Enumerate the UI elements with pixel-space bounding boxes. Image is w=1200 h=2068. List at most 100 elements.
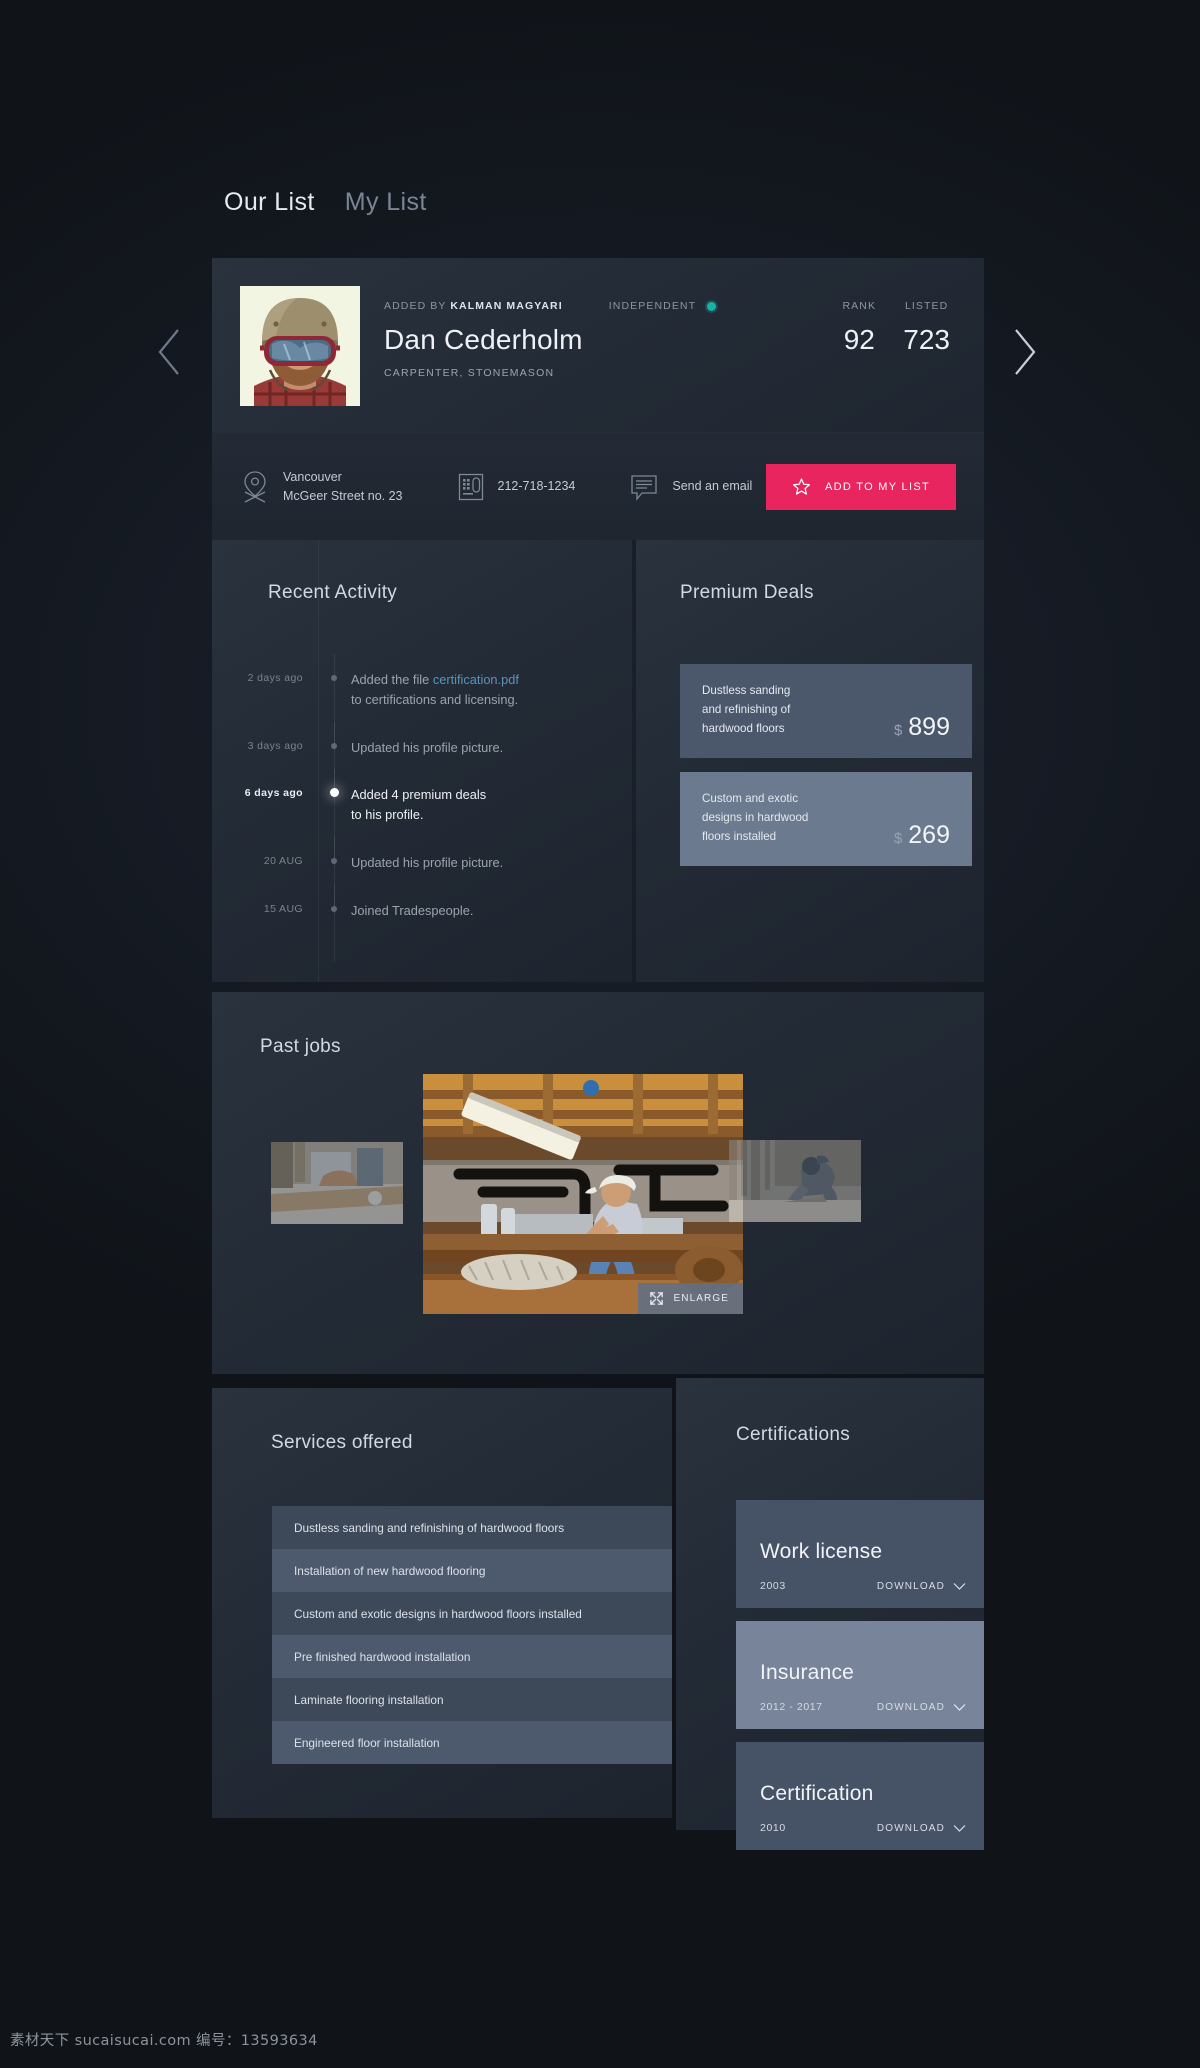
service-item[interactable]: Custom and exotic designs in hardwood fl… bbox=[272, 1592, 672, 1635]
activity-text: Added 4 premium deals to his profile. bbox=[351, 785, 486, 825]
activity-time: 3 days ago bbox=[247, 739, 303, 752]
certification-download-button[interactable]: DOWNLOAD bbox=[877, 1581, 966, 1592]
tab-our-list[interactable]: Our List bbox=[224, 188, 315, 217]
activity-time: 6 days ago bbox=[244, 787, 303, 800]
stat-rank-label: RANK bbox=[842, 300, 877, 312]
job-photo-right[interactable] bbox=[729, 1140, 861, 1222]
added-by-prefix: ADDED BY bbox=[384, 300, 447, 312]
star-icon bbox=[792, 477, 811, 496]
contact-email-text: Send an email bbox=[672, 479, 753, 494]
certifications-list: Work license 2003 DOWNLOAD Insurance 201… bbox=[736, 1500, 984, 1863]
deal-description: Dustless sanding and refinishing of hard… bbox=[702, 682, 852, 738]
activity-text-before: Added the file bbox=[351, 672, 433, 687]
certification-download-button[interactable]: DOWNLOAD bbox=[877, 1823, 966, 1834]
stat-listed: LISTED 723 bbox=[903, 300, 950, 356]
certification-card[interactable]: Certification 2010 DOWNLOAD bbox=[736, 1742, 984, 1850]
activity-time: 15 AUG bbox=[263, 902, 303, 915]
contact-phone[interactable]: 212-718-1234 bbox=[457, 472, 576, 502]
activity-time: 2 days ago bbox=[247, 672, 303, 684]
timeline-dot-icon bbox=[331, 858, 337, 865]
location-street: McGeer Street no. 23 bbox=[283, 488, 403, 503]
services-offered-title: Services offered bbox=[271, 1432, 413, 1453]
stat-rank: RANK 92 bbox=[837, 300, 881, 356]
stat-listed-label: LISTED bbox=[904, 300, 949, 312]
message-bubble-icon bbox=[629, 472, 659, 502]
add-to-my-list-label: ADD TO MY LIST bbox=[824, 480, 930, 493]
added-by: ADDED BY KALMAN MAGYARI bbox=[384, 300, 563, 312]
certification-name: Work license bbox=[760, 1540, 883, 1563]
activity-file-link[interactable]: certification.pdf bbox=[433, 672, 519, 687]
certifications-panel: Certifications Work license 2003 DOWNLOA… bbox=[676, 1378, 984, 1850]
service-item[interactable]: Dustless sanding and refinishing of hard… bbox=[272, 1506, 672, 1549]
certifications-title: Certifications bbox=[736, 1424, 851, 1445]
past-jobs-title: Past jobs bbox=[260, 1036, 341, 1057]
prev-profile-arrow-icon[interactable] bbox=[148, 320, 194, 384]
certification-card[interactable]: Work license 2003 DOWNLOAD bbox=[736, 1500, 984, 1608]
service-item[interactable]: Laminate flooring installation bbox=[272, 1678, 672, 1721]
contact-location[interactable]: Vancouver McGeer Street no. 23 bbox=[240, 468, 403, 504]
activity-item[interactable]: 20 AUG Updated his profile picture. bbox=[212, 837, 632, 913]
location-pin-icon bbox=[240, 470, 270, 504]
recent-activity-panel: Recent Activity 2 days ago Added the fil… bbox=[212, 540, 632, 982]
activity-item[interactable]: 2 days ago Added the file certification.… bbox=[212, 654, 632, 750]
tab-my-list[interactable]: My List bbox=[345, 188, 427, 217]
deal-card[interactable]: Dustless sanding and refinishing of hard… bbox=[680, 664, 972, 758]
activity-item[interactable]: 3 days ago Updated his profile picture. bbox=[212, 721, 632, 798]
certification-footer: 2003 DOWNLOAD bbox=[760, 1580, 966, 1592]
deal-price: $ 269 bbox=[894, 821, 950, 850]
activity-item[interactable]: 15 AUG Joined Tradespeople. bbox=[212, 884, 632, 961]
contact-email[interactable]: Send an email bbox=[629, 472, 752, 502]
certification-card[interactable]: Insurance 2012 - 2017 DOWNLOAD bbox=[736, 1621, 984, 1729]
service-item[interactable]: Pre finished hardwood installation bbox=[272, 1635, 672, 1678]
activity-marker bbox=[319, 721, 351, 798]
timeline-dot-icon bbox=[331, 905, 337, 912]
certification-name: Certification bbox=[760, 1782, 874, 1805]
avatar bbox=[240, 286, 360, 406]
timeline-dot-icon bbox=[331, 675, 337, 681]
telephone-icon bbox=[457, 472, 485, 502]
certification-footer: 2010 DOWNLOAD bbox=[760, 1822, 966, 1834]
contact-phone-text: 212-718-1234 bbox=[497, 479, 576, 494]
activity-text-line2: to certifications and licensing. bbox=[351, 691, 519, 707]
job-photo-left[interactable] bbox=[271, 1142, 403, 1224]
stat-rank-value: 92 bbox=[843, 324, 875, 355]
activity-item[interactable]: 6 days ago Added 4 premium deals to his … bbox=[212, 769, 632, 866]
job-photo-main[interactable]: ENLARGE bbox=[423, 1074, 743, 1314]
profile-contact-bar: Vancouver McGeer Street no. 23 212-718-1… bbox=[212, 432, 984, 540]
page-title: Dan Cederholm bbox=[384, 324, 583, 355]
certification-name: Insurance bbox=[760, 1661, 855, 1684]
watermark: 素材天下 sucaisucai.com 编号：13593634 bbox=[10, 2033, 318, 2049]
certification-download-button[interactable]: DOWNLOAD bbox=[877, 1702, 966, 1713]
activity-text-line1: Added 4 premium deals bbox=[351, 787, 487, 803]
activity-text: Added the file certification.pdf to cert… bbox=[351, 670, 519, 710]
added-by-name: KALMAN MAGYARI bbox=[450, 300, 563, 312]
profile-card: ADDED BY KALMAN MAGYARI INDEPENDENT Dan … bbox=[212, 258, 984, 540]
certification-year: 2003 bbox=[760, 1580, 786, 1592]
currency-symbol: $ bbox=[893, 722, 903, 739]
premium-deals-list: Dustless sanding and refinishing of hard… bbox=[680, 664, 984, 880]
activity-marker bbox=[319, 884, 351, 961]
app-root: Our List My List ADDED BY KALMAN MAGYARI… bbox=[0, 0, 1200, 2068]
deal-amount: 899 bbox=[908, 713, 950, 741]
deal-card[interactable]: Custom and exotic designs in hardwood fl… bbox=[680, 772, 972, 866]
deal-price: $ 899 bbox=[894, 713, 950, 742]
profile-meta: ADDED BY KALMAN MAGYARI INDEPENDENT Dan … bbox=[384, 300, 716, 379]
activity-marker bbox=[319, 769, 351, 866]
service-item[interactable]: Engineered floor installation bbox=[272, 1721, 672, 1764]
premium-deals-panel: Premium Deals Dustless sanding and refin… bbox=[636, 540, 984, 982]
profile-stats: RANK 92 LISTED 723 bbox=[837, 300, 950, 356]
next-profile-arrow-icon[interactable] bbox=[1000, 320, 1046, 384]
enlarge-button[interactable]: ENLARGE bbox=[637, 1283, 743, 1314]
profile-trades: CARPENTER, STONEMASON bbox=[384, 367, 555, 379]
service-item[interactable]: Installation of new hardwood flooring bbox=[272, 1549, 672, 1592]
deal-amount: 269 bbox=[908, 821, 950, 849]
enlarge-label: ENLARGE bbox=[673, 1293, 729, 1304]
chevron-down-icon bbox=[953, 1582, 966, 1591]
activity-text: Joined Tradespeople. bbox=[351, 902, 474, 918]
certification-footer: 2012 - 2017 DOWNLOAD bbox=[760, 1701, 966, 1713]
services-list: Dustless sanding and refinishing of hard… bbox=[272, 1506, 672, 1764]
add-to-my-list-button[interactable]: ADD TO MY LIST bbox=[765, 463, 956, 510]
premium-deals-title: Premium Deals bbox=[680, 582, 814, 603]
profile-header: ADDED BY KALMAN MAGYARI INDEPENDENT Dan … bbox=[212, 258, 984, 432]
independent-label: INDEPENDENT bbox=[608, 300, 696, 312]
